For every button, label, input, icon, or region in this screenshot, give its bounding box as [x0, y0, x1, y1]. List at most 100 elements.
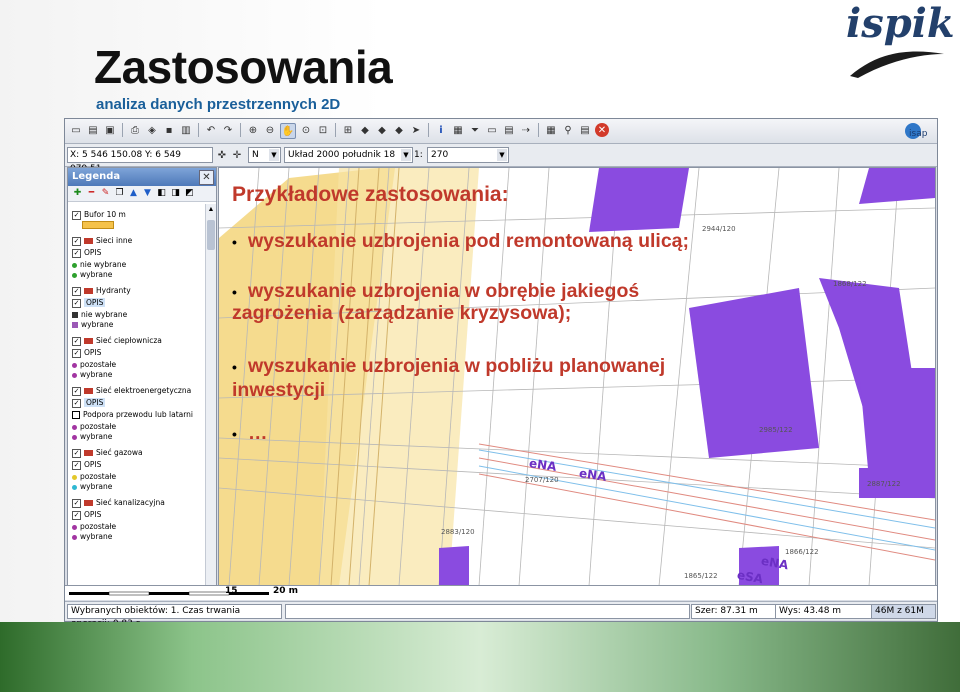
legend-item-podpora: Podpora przewodu lub latarni [72, 410, 193, 420]
legend-item-opis[interactable]: ✓ OPIS [72, 348, 101, 358]
legend-item-wybrane: wybrane [72, 432, 112, 442]
height-readout: Wys: 43.48 m [775, 604, 872, 619]
chevron-down-icon: ▼ [269, 149, 279, 161]
legend-item-opis[interactable]: ✓ OPIS [72, 248, 101, 258]
width-readout: Szer: 87.31 m [691, 604, 776, 619]
close-icon[interactable]: ✕ [595, 123, 609, 137]
parcel-label: 2944/120 [702, 225, 736, 233]
legend-item-wybrane: wybrane [72, 370, 112, 380]
print-icon[interactable]: ⎙ [128, 123, 142, 137]
add-icon[interactable]: ✚ [72, 188, 83, 199]
scale-select[interactable]: 270 ▼ [427, 147, 509, 163]
save-icon[interactable]: ▪ [162, 123, 176, 137]
zoom-in-icon[interactable]: ⊕ [246, 123, 260, 137]
close-icon[interactable]: ✕ [199, 170, 214, 185]
legend-item-siec-kanalizacyjna[interactable]: ✓ Sieć kanalizacyjna [72, 498, 165, 508]
layer-properties-icon[interactable]: ◨ [170, 188, 181, 199]
report-icon[interactable]: ▤ [578, 123, 592, 137]
zoom-window-icon[interactable]: ⊡ [316, 123, 330, 137]
status-bar: Wybranych obiektów: 1. Czas trwania oper… [65, 601, 937, 629]
legend-item-opis[interactable]: ✓ OPIS [72, 510, 101, 520]
parcel-label: 1866/122 [785, 548, 819, 556]
map-layer-3-icon[interactable]: ◆ [392, 123, 406, 137]
layer-icon[interactable]: ◧ [156, 188, 167, 199]
direction-value: N [252, 150, 259, 160]
redo-icon[interactable]: ↷ [221, 123, 235, 137]
scale-bar: 15 20 m [65, 585, 937, 600]
zoom-extent-icon[interactable]: ⊙ [299, 123, 313, 137]
open-icon[interactable]: ▤ [86, 123, 100, 137]
table-icon[interactable]: ▦ [451, 123, 465, 137]
filter-icon[interactable]: ⏷ [468, 123, 482, 137]
legend-item-bufor[interactable]: ✓ Bufor 10 m [72, 210, 126, 220]
pointer-icon[interactable]: ➤ [409, 123, 423, 137]
chevron-down-icon: ▼ [497, 149, 507, 161]
edit-icon[interactable]: ✎ [100, 188, 111, 199]
export-icon[interactable]: ▥ [179, 123, 193, 137]
layers-icon[interactable]: ◈ [145, 123, 159, 137]
gis-application-window: ▭ ▤ ▣ ⎙ ◈ ▪ ▥ ↶ ↷ ⊕ ⊖ ✋ ⊙ ⊡ ⊞ ◆ ◆ ◆ ➤ i … [64, 118, 938, 629]
crs-select[interactable]: Układ 2000 południk 18 ▼ [284, 147, 413, 163]
measure-icon[interactable]: ▭ [485, 123, 499, 137]
legend-swatch-bufor [82, 220, 117, 230]
legend-item-pozostale: pozostałe [72, 360, 116, 370]
scale-label: 20 m [273, 586, 299, 596]
selection-status: Wybranych obiektów: 1. Czas trwania oper… [67, 604, 282, 629]
legend-item-wybrane: wybrane [72, 532, 112, 542]
scroll-up-icon[interactable]: ▲ [207, 206, 215, 216]
select-icon[interactable]: ⊞ [341, 123, 355, 137]
scroll-thumb[interactable] [207, 220, 215, 250]
search-icon[interactable]: ⚲ [561, 123, 575, 137]
move-down-icon[interactable]: ▼ [142, 188, 153, 199]
parcel-label: 1865/122 [684, 572, 718, 580]
overlay-item-continuation: inwestycji [232, 379, 326, 401]
legend-item-opis[interactable]: ✓ OPIS [72, 460, 101, 470]
logo-text: ispik [846, 0, 955, 47]
legend-item-siec-gazowa[interactable]: ✓ Sieć gazowa [72, 448, 143, 458]
legend-item-pozostale: pozostałe [72, 422, 116, 432]
map-layer-icon[interactable]: ◆ [358, 123, 372, 137]
layer-settings-icon[interactable]: ◩ [184, 188, 195, 199]
legend-scrollbar[interactable]: ▲ [205, 204, 216, 586]
legend-item-wybrane: wybrane [72, 482, 112, 492]
chevron-down-icon: ▼ [401, 149, 411, 161]
folder-icon[interactable]: ▣ [103, 123, 117, 137]
link-icon[interactable]: ⇢ [519, 123, 533, 137]
map-layer-2-icon[interactable]: ◆ [375, 123, 389, 137]
legend-item-opis[interactable]: ✓ OPIS [72, 298, 106, 308]
legend-item-opis[interactable]: ✓ OPIS [72, 398, 106, 408]
parcel-label: 2707/120 [525, 476, 559, 484]
legend-panel: Legenda ✕ ✚ ━ ✎ ❐ ▲ ▼ ◧ ◨ ◩ ✓ Bufor 10 m … [67, 167, 217, 587]
legend-item-nie-wybrane: nie wybrane [72, 310, 127, 320]
legend-item-sieci-inne[interactable]: ✓ Sieci inne [72, 236, 132, 246]
undo-icon[interactable]: ↶ [204, 123, 218, 137]
legend-item-siec-elektro[interactable]: ✓ Sieć elektroenergetyczna [72, 386, 191, 396]
main-toolbar: ▭ ▤ ▣ ⎙ ◈ ▪ ▥ ↶ ↷ ⊕ ⊖ ✋ ⊙ ⊡ ⊞ ◆ ◆ ◆ ➤ i … [65, 119, 937, 144]
slide-title: Zastosowania [94, 41, 393, 93]
copy-icon[interactable]: ❐ [114, 188, 125, 199]
legend-toolbar: ✚ ━ ✎ ❐ ▲ ▼ ◧ ◨ ◩ [68, 186, 216, 202]
status-empty [285, 604, 690, 619]
legend-item-siec-cieplownicza[interactable]: ✓ Sieć ciepłownicza [72, 336, 162, 346]
legend-item-hydranty[interactable]: ✓ Hydranty [72, 286, 131, 296]
overlay-item: • wyszukanie uzbrojenia pod remontowaną u… [232, 230, 689, 252]
move-up-icon[interactable]: ▲ [128, 188, 139, 199]
overlay-item-continuation: zagrożenia (zarządzanie kryzysowa); [232, 302, 572, 324]
logo-swoosh-icon [850, 51, 944, 78]
pan-hand-icon[interactable]: ✋ [280, 123, 296, 139]
overlay-item: •… [232, 422, 268, 444]
crosshair-icon[interactable]: ✜ [215, 148, 229, 162]
zoom-out-icon[interactable]: ⊖ [263, 123, 277, 137]
legend-title: Legenda [72, 171, 121, 182]
scale-prefix: 1: [414, 150, 423, 160]
move-icon[interactable]: ✛ [230, 148, 244, 162]
parcel-label: 2985/122 [759, 426, 793, 434]
legend-item-pozostale: pozostałe [72, 472, 116, 482]
remove-icon[interactable]: ━ [86, 188, 97, 199]
attributes-icon[interactable]: ▤ [502, 123, 516, 137]
direction-select[interactable]: N ▼ [248, 147, 281, 163]
grid-icon[interactable]: ▦ [544, 123, 558, 137]
new-file-icon[interactable]: ▭ [69, 123, 83, 137]
info-icon[interactable]: i [434, 123, 448, 137]
legend-item-nie-wybrane: nie wybrane [72, 260, 126, 270]
